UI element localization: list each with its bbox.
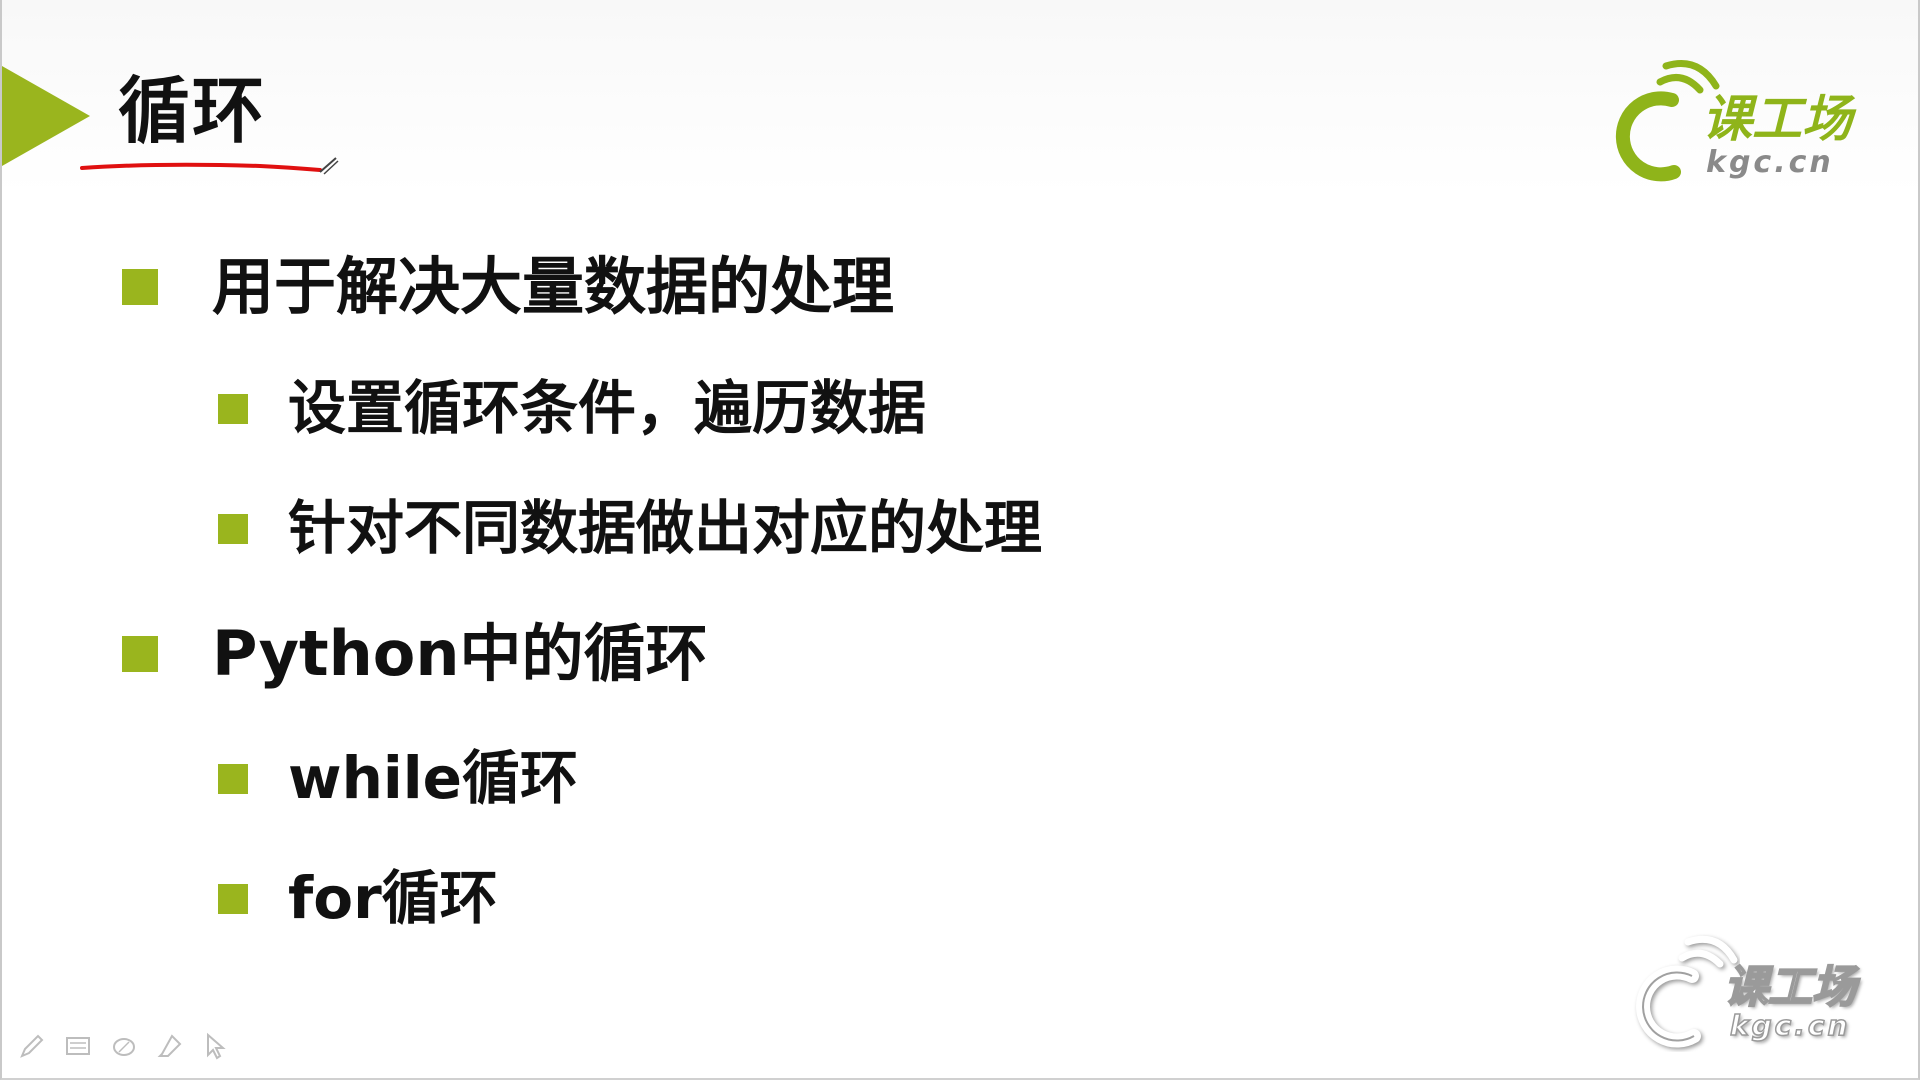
bullet-item: 设置循环条件，遍历数据: [218, 374, 926, 444]
bullet-text: 用于解决大量数据的处理: [212, 250, 895, 323]
kgc-logo-name: 课工场: [1702, 90, 1852, 148]
kgc-watermark-domain: kgc.cn: [1729, 1009, 1851, 1042]
slide-title: 循环: [118, 69, 267, 153]
bullet-item: Python中的循环: [122, 617, 708, 691]
kgc-watermark-logo: 课工场 kgc.cn: [1630, 932, 1880, 1052]
kgc-watermark-name: 课工场: [1723, 962, 1857, 1013]
highlighter-icon[interactable]: [154, 1030, 186, 1062]
title-triangle-marker: [2, 66, 90, 166]
bullet-text: 针对不同数据做出对应的处理: [288, 494, 1043, 562]
bullet-item: 用于解决大量数据的处理: [122, 250, 894, 324]
slides-icon[interactable]: [62, 1030, 94, 1062]
pointer-icon[interactable]: [200, 1030, 232, 1062]
bullet-text: for循环: [288, 864, 498, 932]
bullet-item: for循环: [218, 864, 498, 934]
bullet-square-icon: [218, 883, 248, 914]
bullet-square-icon: [218, 393, 248, 424]
bullet-text: 设置循环条件，遍历数据: [288, 374, 927, 442]
bullet-square-icon: [122, 636, 158, 673]
bullet-square-icon: [122, 269, 158, 306]
bullet-item: while循环: [218, 744, 578, 814]
bullet-text: while循环: [288, 744, 578, 812]
eraser-icon[interactable]: [108, 1030, 140, 1062]
kgc-logo-domain: kgc.cn: [1706, 145, 1834, 180]
slide: 循环 课工场 kgc.cn 用于解决大量数据的处理 设置循环条件，遍历数据 针对…: [0, 0, 1920, 1080]
presenter-toolbar: [16, 1030, 232, 1062]
bullet-square-icon: [218, 763, 248, 794]
bullet-item: 针对不同数据做出对应的处理: [218, 494, 1042, 564]
bullet-square-icon: [218, 513, 248, 544]
bullet-text: Python中的循环: [212, 617, 708, 690]
pen-icon[interactable]: [16, 1030, 48, 1062]
kgc-logo: 课工场 kgc.cn: [1602, 56, 1882, 186]
pen-annotation-underline: [80, 157, 339, 175]
